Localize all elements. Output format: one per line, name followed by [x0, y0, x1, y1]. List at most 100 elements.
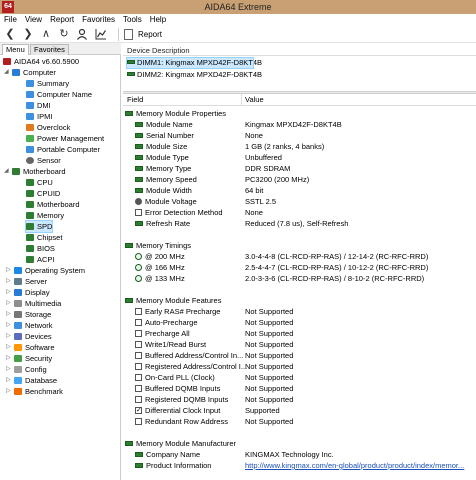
table-row[interactable]: Refresh Rate Reduced (7.8 us), Self-Refre…: [123, 218, 476, 229]
forward-icon[interactable]: ❯: [22, 28, 34, 41]
up-icon[interactable]: ∧: [40, 28, 52, 41]
column-value[interactable]: Value: [245, 94, 264, 106]
tree-network[interactable]: ▷ Network: [6, 320, 53, 331]
database-icon: [14, 377, 22, 384]
collapse-arrow-icon[interactable]: ▷: [6, 276, 11, 287]
tree-root[interactable]: AIDA64 v6.60.5900: [3, 56, 79, 67]
table-row[interactable]: @ 133 MHz 2.0-3-3-6 (CL-RCD-RP-RAS) / 8-1…: [123, 273, 476, 284]
table-row[interactable]: Buffered Address/Control In... Not Suppor…: [123, 350, 476, 361]
tree-server[interactable]: ▷ Server: [6, 276, 47, 287]
tree-multimedia[interactable]: ▷ Multimedia: [6, 298, 61, 309]
column-divider[interactable]: [241, 94, 242, 106]
table-row[interactable]: Product Information http://www.kingmax.co…: [123, 460, 476, 471]
collapse-arrow-icon[interactable]: ▷: [6, 386, 11, 397]
collapse-arrow-icon[interactable]: ▷: [6, 298, 11, 309]
table-row[interactable]: @ 166 MHz 2.5-4-4-7 (CL-RCD-RP-RAS) / 10-…: [123, 262, 476, 273]
server-icon: [14, 278, 22, 285]
tab-favorites[interactable]: Favorites: [30, 44, 69, 55]
collapse-arrow-icon[interactable]: ▷: [6, 342, 11, 353]
collapse-arrow-icon[interactable]: ▷: [6, 331, 11, 342]
column-field[interactable]: Field: [127, 94, 143, 106]
menu-view[interactable]: View: [21, 14, 46, 26]
benchmark-icon: [14, 388, 22, 395]
table-row[interactable]: Module Type Unbuffered: [123, 152, 476, 163]
tree-motherboard[interactable]: ◢ Motherboard: [4, 166, 66, 177]
tree-item-summary[interactable]: Summary: [26, 78, 69, 89]
tree-devices[interactable]: ▷ Devices: [6, 331, 52, 342]
table-row[interactable]: Module Name Kingmax MPXD42F-D8KT4B: [123, 119, 476, 130]
tree-item-cpu[interactable]: CPU: [26, 177, 53, 188]
table-row[interactable]: Write1/Read Burst Not Supported: [123, 339, 476, 350]
table-row[interactable]: Early RAS# Precharge Not Supported: [123, 306, 476, 317]
table-row[interactable]: Registered Address/Control I... Not Suppo…: [123, 361, 476, 372]
report-icon[interactable]: [124, 29, 133, 40]
table-row[interactable]: Buffered DQMB Inputs Not Supported: [123, 383, 476, 394]
table-row[interactable]: Error Detection Method None: [123, 207, 476, 218]
tree-item-overclock[interactable]: Overclock: [26, 122, 70, 133]
tree-config[interactable]: ▷ Config: [6, 364, 47, 375]
table-row[interactable]: Module Size 1 GB (2 ranks, 4 banks): [123, 141, 476, 152]
table-row[interactable]: Serial Number None: [123, 130, 476, 141]
tab-menu[interactable]: Menu: [2, 44, 29, 55]
report-button[interactable]: Report: [138, 29, 162, 40]
collapse-arrow-icon[interactable]: ▷: [6, 353, 11, 364]
tree-item-bios[interactable]: BIOS: [26, 243, 55, 254]
tree-item-dmi[interactable]: DMI: [26, 100, 51, 111]
tree-item-portable-computer[interactable]: Portable Computer: [26, 144, 100, 155]
back-icon[interactable]: ❮: [4, 28, 16, 41]
table-row[interactable]: Precharge All Not Supported: [123, 328, 476, 339]
table-row[interactable]: On-Card PLL (Clock) Not Supported: [123, 372, 476, 383]
expand-arrow-icon[interactable]: ◢: [4, 166, 9, 177]
tree-item-motherboard[interactable]: Motherboard: [26, 199, 80, 210]
tree-item-chipset[interactable]: Chipset: [26, 232, 62, 243]
collapse-arrow-icon[interactable]: ▷: [6, 364, 11, 375]
chart-icon[interactable]: [94, 28, 108, 41]
tree-display[interactable]: ▷ Display: [6, 287, 50, 298]
table-row[interactable]: Memory Type DDR SDRAM: [123, 163, 476, 174]
table-row[interactable]: Memory Speed PC3200 (200 MHz): [123, 174, 476, 185]
table-row[interactable]: Registered DQMB Inputs Not Supported: [123, 394, 476, 405]
tree-item-computer-name[interactable]: Computer Name: [26, 89, 92, 100]
tree-item-acpi[interactable]: ACPI: [26, 254, 55, 265]
device-description-header[interactable]: Device Description: [123, 45, 476, 56]
table-row[interactable]: Auto-Precharge Not Supported: [123, 317, 476, 328]
tree-item-cpuid[interactable]: CPUID: [26, 188, 60, 199]
tree-security[interactable]: ▷ Security: [6, 353, 52, 364]
ram-icon: [125, 111, 133, 116]
user-icon[interactable]: [75, 28, 89, 41]
product-info-link[interactable]: http://www.kingmax.com/en-global/product…: [245, 460, 464, 471]
collapse-arrow-icon[interactable]: ▷: [6, 309, 11, 320]
table-row[interactable]: @ 200 MHz 3.0-4-4-8 (CL-RCD-RP-RAS) / 12-…: [123, 251, 476, 262]
tree-item-power-management[interactable]: Power Management: [26, 133, 104, 144]
tree-item-sensor[interactable]: Sensor: [26, 155, 61, 166]
tree-item-memory[interactable]: Memory: [26, 210, 64, 221]
refresh-icon[interactable]: ↻: [58, 28, 70, 41]
device-item-dimm2[interactable]: DIMM2: Kingmax MPXD42F-D8KT4B: [127, 70, 262, 80]
tree-software[interactable]: ▷ Software: [6, 342, 55, 353]
table-row[interactable]: Module Voltage SSTL 2.5: [123, 196, 476, 207]
collapse-arrow-icon[interactable]: ▷: [6, 375, 11, 386]
table-row[interactable]: Differential Clock InputSupported: [123, 405, 476, 416]
menu-tools[interactable]: Tools: [119, 14, 146, 26]
menu-file[interactable]: File: [0, 14, 21, 26]
collapse-arrow-icon[interactable]: ▷: [6, 287, 11, 298]
table-row[interactable]: Company Name KINGMAX Technology Inc.: [123, 449, 476, 460]
devices-icon: [14, 333, 22, 340]
table-row[interactable]: Redundant Row Address Not Supported: [123, 416, 476, 427]
collapse-arrow-icon[interactable]: ▷: [6, 265, 11, 276]
menu-favorites[interactable]: Favorites: [78, 14, 119, 26]
menu-help[interactable]: Help: [146, 14, 170, 26]
menu-report[interactable]: Report: [46, 14, 78, 26]
tree-database[interactable]: ▷ Database: [6, 375, 57, 386]
tree-storage[interactable]: ▷ Storage: [6, 309, 51, 320]
expand-arrow-icon[interactable]: ◢: [4, 67, 9, 78]
tree-computer[interactable]: ◢ Computer: [4, 67, 56, 78]
tree-benchmark[interactable]: ▷ Benchmark: [6, 386, 63, 397]
acpi-icon: [26, 256, 34, 263]
device-item-dimm1[interactable]: DIMM1: Kingmax MPXD42F-D8KT4B: [126, 57, 262, 69]
collapse-arrow-icon[interactable]: ▷: [6, 320, 11, 331]
tree-item-ipmi[interactable]: IPMI: [26, 111, 52, 122]
tree-item-spd[interactable]: SPD: [24, 220, 54, 233]
tree-operating-system[interactable]: ▷ Operating System: [6, 265, 85, 276]
table-row[interactable]: Module Width 64 bit: [123, 185, 476, 196]
